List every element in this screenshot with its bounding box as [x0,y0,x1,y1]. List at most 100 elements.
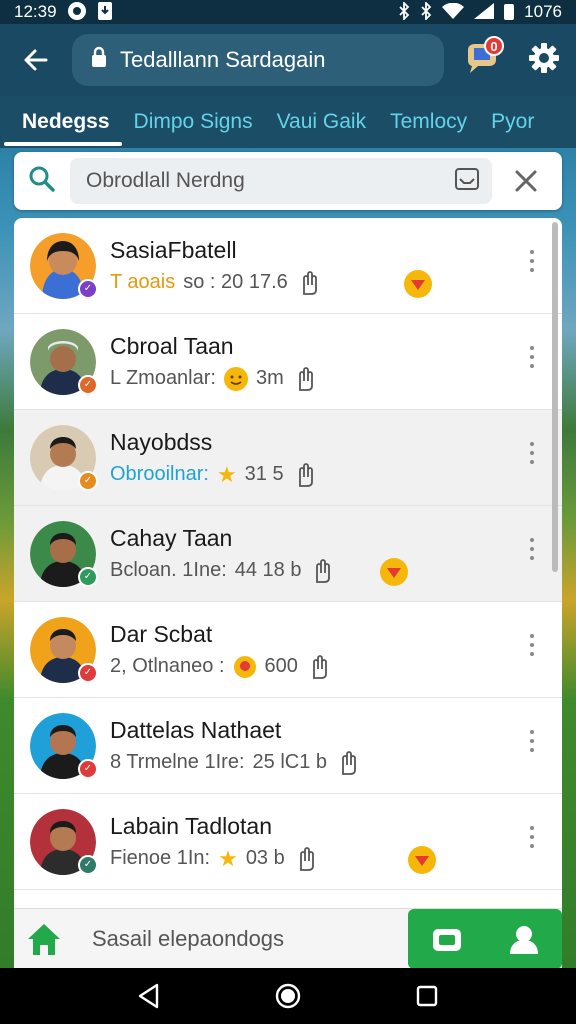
nav-back-button[interactable] [129,976,169,1016]
hand-icon [298,462,313,487]
contact-meta: so : 20 17.6 [183,271,288,293]
action-group [408,909,562,969]
list-item[interactable]: ✓ Dar Scbat 2, Otlnaneo : 600 [14,602,562,698]
notification-status-icon [67,1,87,24]
contact-name: Dar Scbat [110,620,213,647]
tab-bar: Nedegss Dimpo Signs Vaui Gaik Temlocy Py… [0,96,576,148]
contact-meta: 600 [264,655,298,677]
search-card [14,152,562,210]
inbox-icon[interactable] [454,166,480,197]
wifi-icon [442,2,465,22]
avatar: ✓ [30,328,98,395]
presence-indicator: ✓ [78,470,98,491]
presence-indicator: ✓ [78,854,98,875]
hand-icon [299,846,314,871]
search-icon [28,165,56,198]
tab-1[interactable]: Dimpo Signs [122,96,265,148]
square-recents-icon [416,985,437,1007]
home-icon [28,923,60,955]
presence-indicator: ✓ [78,662,98,683]
presence-indicator: ✓ [78,374,98,395]
nav-home-button[interactable] [268,976,308,1016]
search-input[interactable] [86,169,426,193]
app-title: Tedalllann Sardagain [120,47,326,72]
gear-icon [529,43,559,73]
hand-icon [316,558,331,583]
bottom-bar: Sasail elepaondogs [14,908,562,969]
reaction-icon[interactable] [408,846,436,874]
contact-name: Labain Tadlotan [110,812,272,839]
contact-meta-prefix: T aoais [110,271,176,293]
avatar: ✓ [30,712,98,779]
search-box [70,158,492,204]
star-icon: ★ [216,461,237,487]
contact-name: Cbroal Taan [110,332,234,359]
camera-icon [432,929,461,951]
contact-meta: 25 lC1 b [252,751,328,773]
reaction-icon[interactable] [404,270,432,298]
user-icon [509,926,538,954]
home-button[interactable] [14,909,74,969]
download-status-icon [97,1,113,24]
contact-meta-prefix: Fienoe 1In: [110,847,211,869]
contact-name: Cahay Taan [110,524,233,551]
contact-meta: 03 b [245,847,285,869]
hand-icon [313,654,327,679]
contact-name: Nayobdss [110,428,213,455]
more-options-button[interactable] [524,534,540,564]
contact-meta-prefix: L Zmoanlar: [110,367,216,389]
more-options-button[interactable] [524,630,540,660]
list-item[interactable]: ✓ Nayobdss Obrooilnar: ★ 31 5 [14,410,562,506]
add-contact-button[interactable] [504,919,544,959]
more-options-button[interactable] [524,342,540,372]
list-item[interactable]: ✓ Cahay Taan Bcloan. 1Ine: 44 18 b [14,506,562,602]
battery-icon [504,4,515,20]
contact-name: SasiaFbatell [110,236,237,263]
bluetooth-icon-2 [420,0,432,23]
avatar: ✓ [30,424,98,491]
battery-level: 1076 [524,2,562,21]
lock-icon [90,46,108,74]
presence-indicator: ✓ [78,566,98,587]
camera-button[interactable] [427,919,467,959]
avatar: ✓ [30,520,98,587]
compose-label[interactable]: Sasail elepaondogs [92,926,284,952]
list-item[interactable]: ✓ Labain Tadlotan Fienoe 1In: ★ 03 b [14,794,562,890]
more-options-button[interactable] [524,438,540,468]
more-options-button[interactable] [524,726,540,756]
hand-icon [298,366,313,391]
contact-list: ✓ SasiaFbatell T aoais so : 20 17.6 ✓ Cb… [14,218,562,910]
tab-3[interactable]: Temlocy [378,96,479,148]
smile-emoji-icon [223,366,248,391]
avatar: ✓ [30,616,98,683]
hand-icon [302,270,317,295]
contact-meta-prefix: Bcloan. 1Ine: [110,559,227,581]
triangle-back-icon [139,983,159,1009]
list-scrollbar[interactable] [552,222,558,572]
settings-button[interactable] [524,38,564,78]
more-options-button[interactable] [524,246,540,276]
notifications-button[interactable]: 0 [462,36,504,78]
reaction-icon[interactable] [380,558,408,586]
bluetooth-icon [398,0,410,23]
list-item[interactable]: ✓ Cbroal Taan L Zmoanlar: 3m [14,314,562,410]
reaction-emoji-icon [233,655,257,679]
avatar: ✓ [30,808,98,875]
back-button[interactable] [16,40,56,80]
nav-recents-button[interactable] [407,976,447,1016]
tab-4[interactable]: Pyor [479,96,546,148]
clear-search-button[interactable] [512,167,540,195]
contact-meta: 31 5 [244,463,284,485]
system-nav-bar [0,968,576,1024]
list-item[interactable]: ✓ Dattelas Nathaet 8 Trmelne 1Ire: 25 lC… [14,698,562,794]
contact-meta: 44 18 b [234,559,302,581]
close-icon [515,170,537,192]
list-item[interactable]: ✓ SasiaFbatell T aoais so : 20 17.6 [14,218,562,314]
app-title-pill[interactable]: Tedalllann Sardagain [72,34,444,86]
star-icon: ★ [218,845,238,871]
app-bar: Tedalllann Sardagain 0 [0,24,576,96]
more-options-button[interactable] [524,822,540,852]
contact-meta-prefix: 2, Otlnaneo : [110,655,225,677]
tab-2[interactable]: Vaui Gaik [265,96,379,148]
tab-0[interactable]: Nedegss [0,96,122,148]
